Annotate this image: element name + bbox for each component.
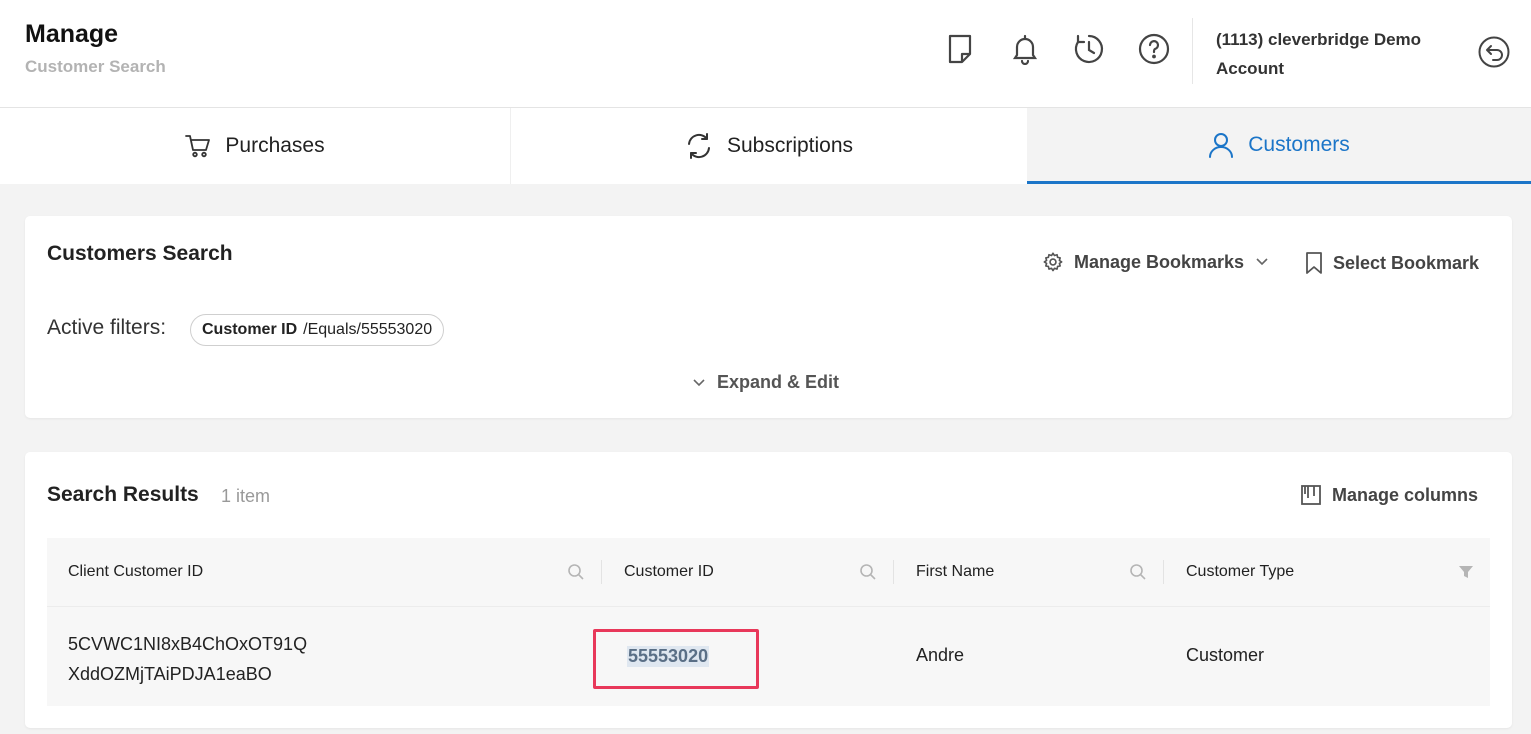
columns-icon bbox=[1301, 485, 1321, 505]
customers-search-card: Customers Search Manage Bookmarks Select… bbox=[25, 216, 1512, 418]
search-icon[interactable] bbox=[859, 563, 877, 581]
tab-customers[interactable]: Customers bbox=[1027, 108, 1531, 184]
filter-field: Customer ID bbox=[202, 321, 298, 338]
bookmark-icon bbox=[1306, 252, 1322, 274]
column-divider bbox=[1163, 560, 1164, 584]
select-bookmark-label: Select Bookmark bbox=[1333, 252, 1480, 273]
results-title: Search Results bbox=[47, 483, 199, 506]
active-filters-label: Active filters: bbox=[47, 316, 167, 339]
column-header-client-customer-id[interactable]: Client Customer ID bbox=[68, 538, 203, 606]
select-bookmark-button[interactable]: Select Bookmark bbox=[1305, 251, 1479, 275]
column-divider bbox=[893, 560, 894, 584]
expand-edit-button[interactable]: Expand & Edit bbox=[693, 372, 839, 393]
logout-icon[interactable] bbox=[1477, 35, 1511, 69]
search-card-title: Customers Search bbox=[47, 242, 233, 265]
history-icon[interactable] bbox=[1072, 32, 1106, 66]
main-tabs: Purchases Subscriptions Customers bbox=[0, 108, 1531, 184]
client-customer-id-line: XddOZMjTAiPDJA1eaBO bbox=[68, 664, 272, 684]
column-header-customer-type[interactable]: Customer Type bbox=[1186, 538, 1294, 606]
page-subtitle: Customer Search bbox=[25, 57, 166, 76]
search-icon[interactable] bbox=[1129, 563, 1147, 581]
tab-label: Subscriptions bbox=[726, 134, 854, 157]
column-divider bbox=[601, 560, 602, 584]
customer-id-link[interactable]: 55553020 bbox=[627, 646, 710, 667]
manage-columns-button[interactable]: Manage columns bbox=[1300, 484, 1478, 506]
bell-icon[interactable] bbox=[1008, 32, 1042, 66]
expand-edit-label: Expand & Edit bbox=[717, 372, 840, 392]
results-count: 1 item bbox=[221, 486, 271, 506]
table-header: Client Customer ID Customer ID First Nam… bbox=[47, 538, 1490, 606]
cart-icon bbox=[185, 134, 211, 158]
first-name-cell: Andre bbox=[916, 645, 965, 665]
results-table: Client Customer ID Customer ID First Nam… bbox=[47, 538, 1490, 706]
column-header-customer-id[interactable]: Customer ID bbox=[624, 538, 714, 606]
filter-condition: /Equals/55553020 bbox=[303, 321, 433, 338]
search-results-card: Search Results 1 item Manage columns Cli… bbox=[25, 452, 1512, 728]
top-bar: Manage Customer Search (1113) cleverbrid… bbox=[0, 0, 1531, 108]
filter-chip-customer-id[interactable]: Customer ID /Equals/55553020 bbox=[190, 314, 445, 346]
client-customer-id-line: 5CVWC1NI8xB4ChOxOT91Q bbox=[68, 634, 308, 654]
notes-icon[interactable] bbox=[943, 32, 977, 66]
column-header-first-name[interactable]: First Name bbox=[916, 538, 994, 606]
gear-icon bbox=[1043, 252, 1063, 272]
refresh-icon bbox=[685, 132, 713, 160]
chevron-down-icon bbox=[693, 378, 705, 386]
manage-bookmarks-button[interactable]: Manage Bookmarks bbox=[1042, 251, 1268, 273]
chevron-down-icon bbox=[1256, 258, 1268, 266]
header-divider bbox=[1192, 18, 1193, 84]
tab-purchases[interactable]: Purchases bbox=[0, 108, 510, 184]
tab-subscriptions[interactable]: Subscriptions bbox=[511, 108, 1027, 184]
tab-label: Purchases bbox=[225, 134, 325, 157]
account-name[interactable]: (1113) cleverbridge Demo Account bbox=[1216, 25, 1461, 83]
tab-label: Customers bbox=[1248, 132, 1350, 156]
customer-type-cell: Customer bbox=[1186, 645, 1265, 665]
filter-icon[interactable] bbox=[1458, 564, 1474, 580]
manage-bookmarks-label: Manage Bookmarks bbox=[1074, 251, 1245, 272]
page-title: Manage bbox=[25, 20, 119, 48]
customer-id-highlight: 55553020 bbox=[593, 629, 759, 689]
help-icon[interactable] bbox=[1137, 32, 1171, 66]
search-icon[interactable] bbox=[567, 563, 585, 581]
manage-columns-label: Manage columns bbox=[1332, 484, 1479, 505]
client-customer-id-cell: 5CVWC1NI8xB4ChOxOT91Q XddOZMjTAiPDJA1eaB… bbox=[68, 629, 307, 689]
user-icon bbox=[1208, 131, 1234, 159]
table-row[interactable]: 5CVWC1NI8xB4ChOxOT91Q XddOZMjTAiPDJA1eaB… bbox=[47, 606, 1490, 706]
